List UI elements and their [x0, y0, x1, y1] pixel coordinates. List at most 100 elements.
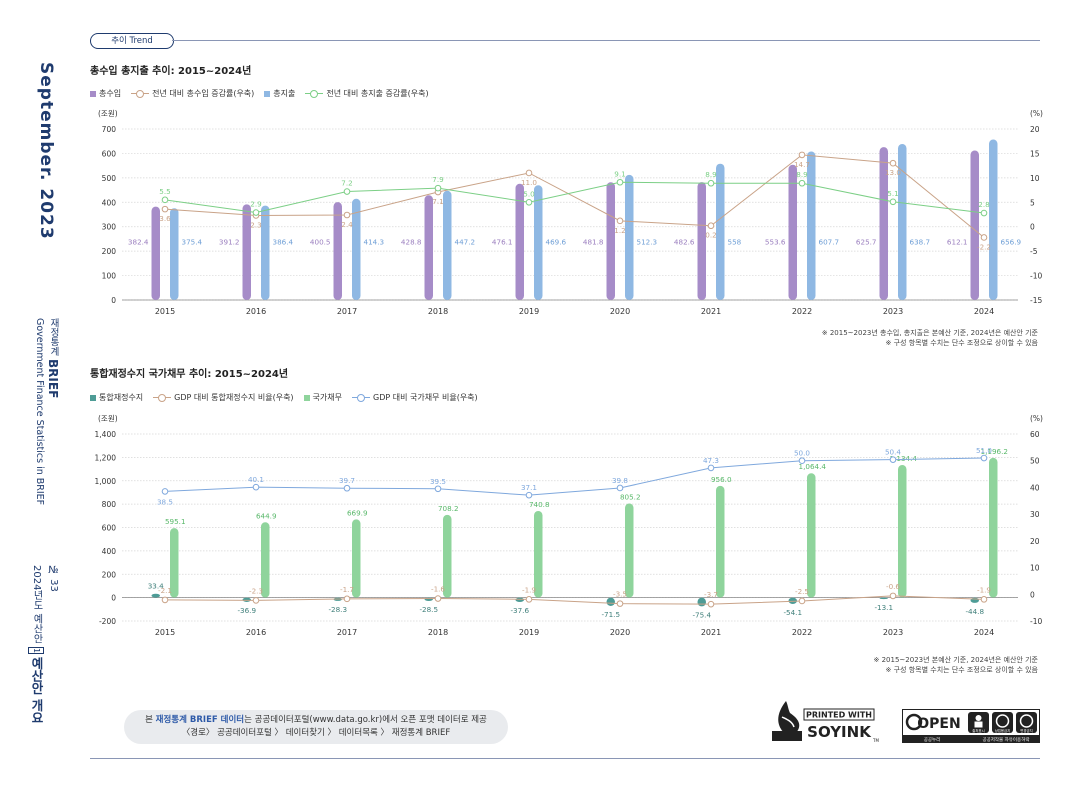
bar-value-label: -71.5	[601, 610, 620, 619]
x-tick-label: 2021	[701, 628, 721, 637]
line-series-a-point	[161, 596, 169, 604]
line-value-label: -2.3	[249, 586, 263, 595]
bar-value-label: 595.1	[165, 517, 186, 526]
sidebar-issue-title: 예산안 개요	[29, 657, 44, 724]
line-value-label: 37.1	[521, 483, 537, 492]
open-license-label: OPEN	[917, 716, 960, 732]
kogl-open-license: OPEN 공공누리 공공저작물 자유이용허락 출처표시 상업용금지 변경금지	[902, 709, 1040, 743]
open-license-sub1: 공공누리	[924, 736, 941, 743]
banner-line1: 본 재정통계 BRIEF 데이터는 공공데이터포털(www.data.go.kr…	[124, 714, 508, 727]
soy-ink-leaf-icon	[778, 701, 800, 735]
badge-label: 상업용금지	[995, 728, 1011, 733]
bar-series-b	[716, 485, 725, 598]
line-value-label: -0.6	[886, 582, 900, 591]
y-axis-unit-left: (조원)	[98, 414, 118, 423]
bar-series-b	[898, 465, 907, 598]
line-value-label: 47.3	[703, 456, 719, 465]
y-tick-label-left: 1,000	[95, 477, 117, 486]
line-value-label: -3.7	[704, 590, 718, 599]
bar-value-label: -75.4	[692, 610, 711, 619]
bar-series-b	[625, 503, 634, 598]
chart2-plot: (조원) (%)-20002004006008001,0001,2001,400-…	[95, 414, 1044, 637]
line-series-b-point	[798, 457, 806, 465]
line-value-label: -2.1	[158, 586, 172, 595]
soy-ink-text1: PRINTED WITH	[806, 711, 872, 720]
bar-series-a	[515, 597, 524, 603]
chart2-notes: ※ 2015~2023년 본예산 기준, 2024년은 예산안 기준 ※ 구성 …	[874, 655, 1038, 675]
line-value-label: 39.8	[612, 476, 628, 485]
line-series-a-point	[252, 597, 260, 604]
attribution-body	[974, 721, 983, 728]
line-series-b-point	[889, 456, 897, 463]
bar-value-label: 708.2	[438, 504, 459, 513]
chart2-note: ※ 2015~2023년 본예산 기준, 2024년은 예산안 기준	[873, 656, 1038, 664]
attribution-head	[975, 715, 982, 721]
badge-label: 변경금지	[1020, 728, 1032, 733]
y-tick-label-right: 40	[1030, 483, 1040, 492]
line-series-b-path	[164, 457, 985, 496]
line-series-a-point	[343, 595, 351, 603]
line-series-a-point	[798, 597, 806, 605]
y-tick-label-right: 60	[1030, 430, 1040, 439]
y-tick-label-right: 50	[1030, 457, 1040, 466]
badge-label: 출처표시	[972, 728, 984, 733]
line-value-label: -1.7	[340, 585, 354, 594]
bar-value-label: 669.9	[347, 508, 368, 517]
bar-value-label: -36.9	[237, 606, 256, 615]
y-axis-unit-right: (%)	[1030, 414, 1043, 423]
y-tick-label-left: -200	[99, 617, 116, 626]
bar-series-a	[606, 597, 615, 606]
line-series-b-point	[252, 483, 260, 491]
banner-line2: 〈경로〉 공공데이터포털 〉 데이터찾기 〉 데이터목록 〉 재정통계 BRIE…	[181, 728, 451, 738]
line-series-b-point	[161, 488, 169, 495]
line-value-label: 50.0	[794, 449, 810, 458]
bar-series-b	[989, 457, 998, 598]
bottom-divider	[90, 758, 1040, 759]
line-series-b-point	[525, 491, 533, 499]
soy-ink-logo: PRINTED WITH SOYINK TM	[772, 701, 879, 743]
bar-value-label: 805.2	[620, 493, 641, 502]
y-tick-label-right: 30	[1030, 510, 1040, 519]
bar-series-a	[242, 597, 251, 602]
line-series-b-point	[434, 485, 442, 493]
bar-series-a	[879, 597, 888, 600]
y-tick-label-left: 600	[102, 524, 117, 533]
bar-value-label: -44.8	[965, 607, 984, 616]
chart2-note: ※ 구성 항목별 수치는 단수 조정으로 상이할 수 있음	[885, 666, 1038, 674]
bar-value-label: -37.6	[510, 606, 529, 615]
bar-value-label: 740.8	[529, 500, 550, 509]
line-value-label: -3.5	[613, 590, 627, 599]
y-tick-label-right: 10	[1030, 564, 1040, 573]
y-tick-label-left: 0	[111, 594, 116, 603]
bar-value-label: -54.1	[783, 608, 802, 617]
x-tick-label: 2016	[246, 628, 266, 637]
y-tick-label-right: 0	[1030, 590, 1035, 599]
line-series-a-point	[980, 596, 988, 603]
banner-text: 는 공공데이터포털(www.data.go.kr)에서 오픈 포맷 데이터로 제…	[244, 715, 487, 725]
bar-value-label: 956.0	[711, 475, 732, 484]
line-series-a-point	[616, 600, 624, 607]
bar-series-b	[807, 473, 816, 598]
line-value-label: -1.9	[977, 585, 991, 594]
soy-ink-text2: SOYINK	[807, 723, 872, 741]
y-tick-label-left: 400	[102, 547, 117, 556]
soy-ink-tm: TM	[872, 738, 879, 743]
bar-value-label: -28.3	[328, 605, 347, 614]
bar-value-label: 644.9	[256, 511, 277, 520]
line-series-a-point	[434, 595, 442, 602]
line-value-label: -1.6	[431, 585, 445, 594]
line-series-a-point	[525, 596, 533, 603]
line-value-label: 38.5	[157, 497, 173, 506]
x-tick-label: 2024	[974, 628, 994, 637]
soy-ink-base	[772, 731, 802, 741]
line-value-label: -1.9	[522, 585, 536, 594]
banner-highlight: 재정통계 BRIEF 데이터	[155, 715, 245, 725]
line-series-b-point	[980, 454, 988, 462]
y-tick-label-left: 200	[102, 570, 117, 579]
line-series-a-path	[164, 595, 985, 605]
line-value-label: -2.5	[795, 587, 809, 596]
bar-value-label: -28.5	[419, 605, 438, 614]
y-tick-label-right: -10	[1030, 617, 1042, 626]
line-series-b-point	[343, 484, 351, 492]
x-tick-label: 2015	[155, 628, 175, 637]
